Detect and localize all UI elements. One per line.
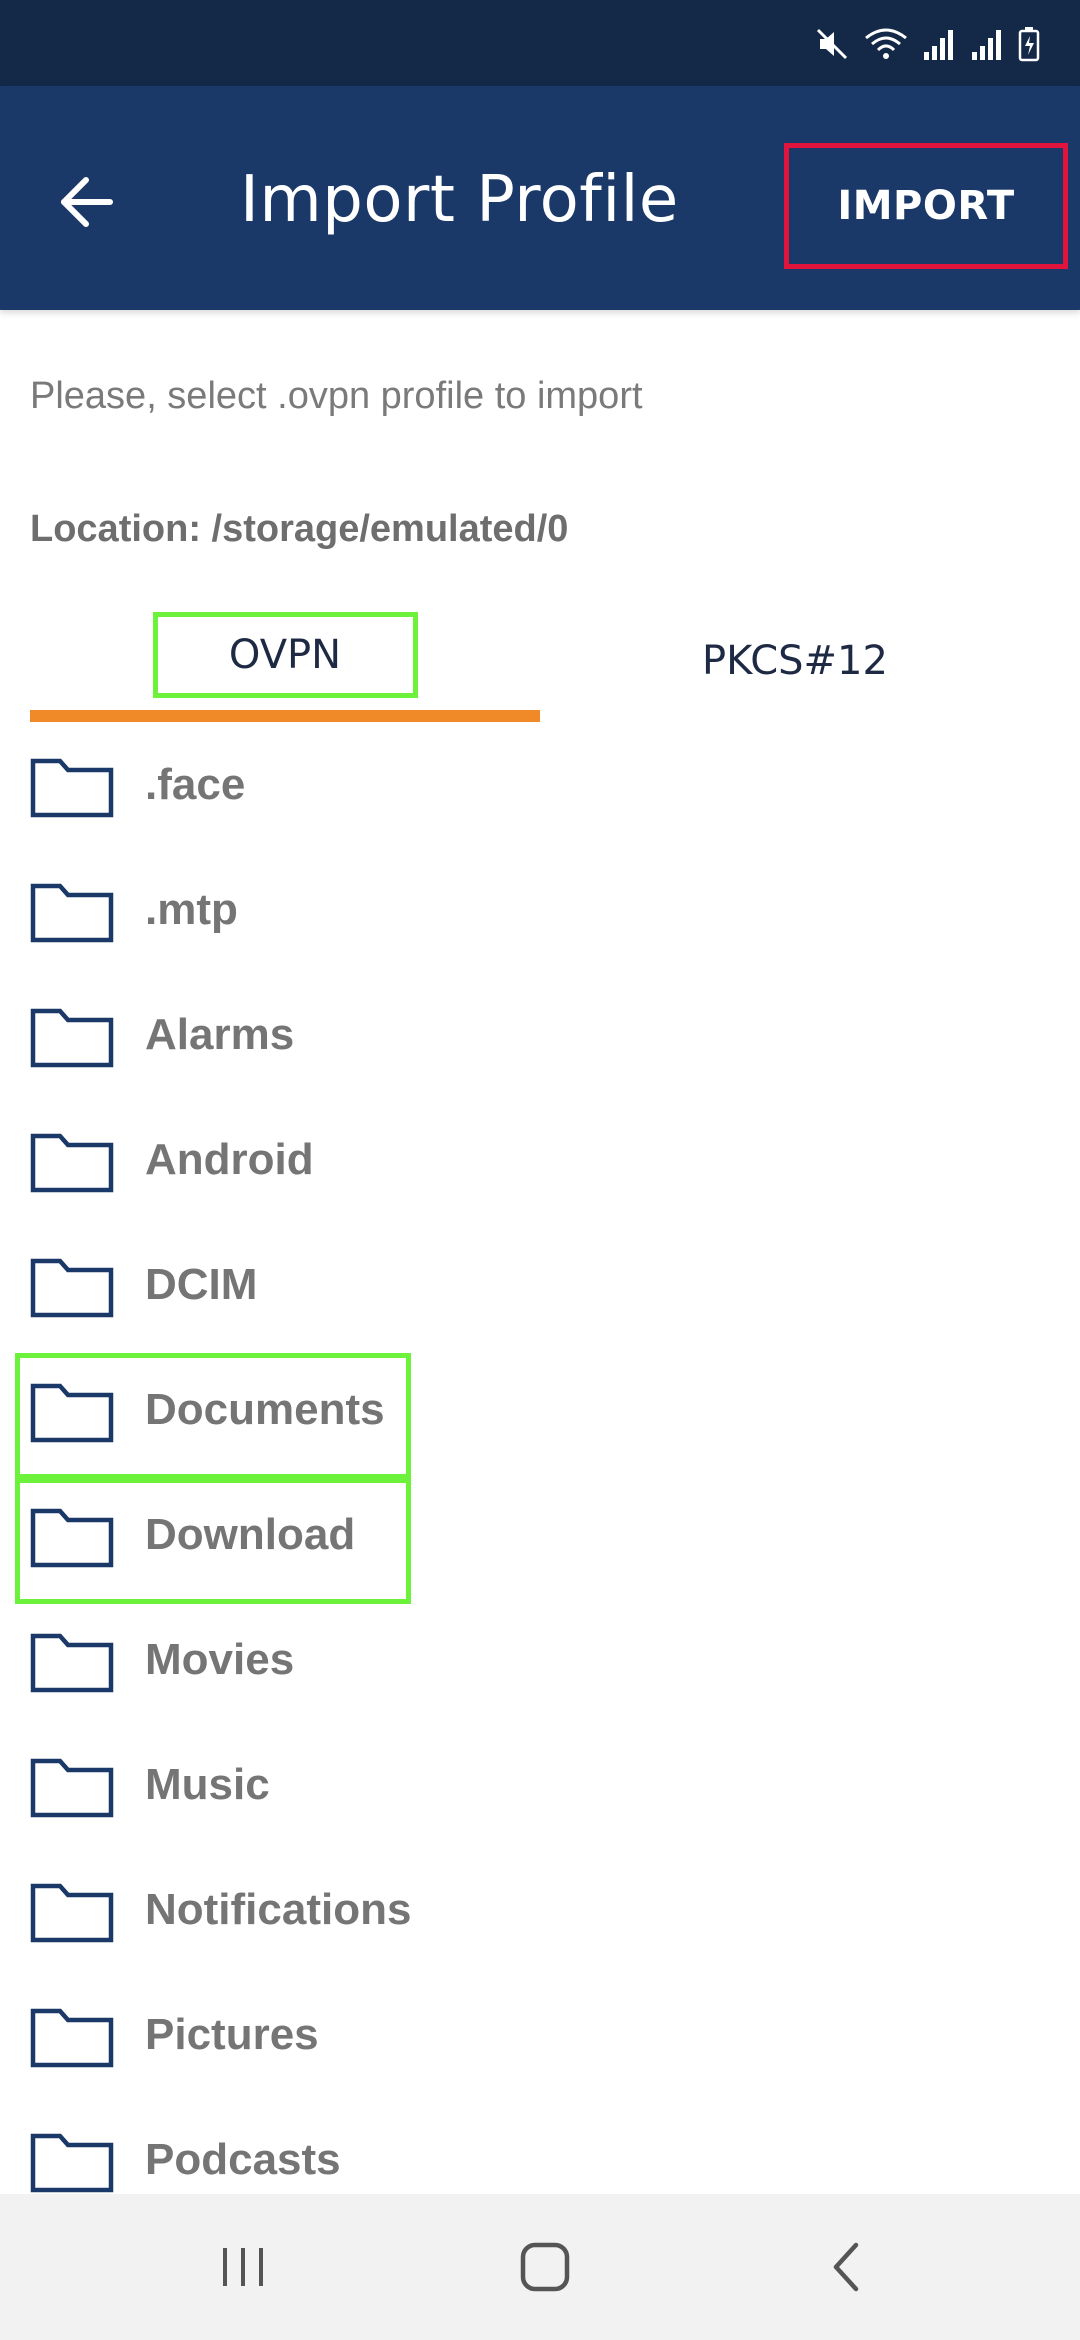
folder-item-movies[interactable]: Movies [0,1597,1080,1722]
folder-item-mtp[interactable]: .mtp [0,847,1080,972]
location-path: Location: /storage/emulated/0 [30,508,569,550]
folder-icon [30,758,114,818]
folder-item-music[interactable]: Music [0,1722,1080,1847]
folder-item-pictures[interactable]: Pictures [0,1972,1080,2097]
tab-pkcs12[interactable]: PKCS#12 [540,600,1050,722]
folder-label: Notifications [145,1885,412,1934]
folder-label: Podcasts [145,2135,341,2184]
wifi-icon [865,28,907,59]
folder-list: .face .mtp Alarms Android DCIM Documents… [0,722,1080,2194]
tab-ovpn[interactable]: OVPN [30,600,540,722]
folder-label: DCIM [145,1260,258,1309]
recents-button[interactable] [193,2227,293,2307]
back-button[interactable] [44,160,128,244]
home-icon [520,2242,570,2292]
signal-icon [924,30,953,60]
mute-icon [816,28,848,60]
import-button[interactable]: IMPORT [784,143,1068,269]
tab-bar: OVPN PKCS#12 [30,600,1050,722]
folder-label: Music [145,1760,270,1809]
home-button[interactable] [495,2227,595,2307]
system-nav-bar [0,2194,1080,2340]
folder-item-documents[interactable]: Documents [0,1347,1080,1479]
status-bar [0,0,1080,86]
folder-label: .face [145,760,246,809]
tab-indicator [30,710,540,722]
folder-label: Movies [145,1635,295,1684]
folder-label: Pictures [145,2010,319,2059]
folder-icon [30,883,114,943]
folder-item-alarms[interactable]: Alarms [0,972,1080,1097]
folder-item-android[interactable]: Android [0,1097,1080,1222]
folder-icon [30,1758,114,1818]
folder-icon [30,1383,114,1443]
status-icons [814,22,1040,66]
folder-item-dcim[interactable]: DCIM [0,1222,1080,1347]
page-title: Import Profile [240,163,679,237]
folder-icon [30,1133,114,1193]
signal-icon-2 [972,30,1001,60]
folder-icon [30,1508,114,1568]
instruction-text: Please, select .ovpn profile to import [30,375,643,417]
folder-item-face[interactable]: .face [0,722,1080,847]
nav-back-button[interactable] [797,2227,897,2307]
folder-label: Download [145,1510,356,1559]
tab-label: PKCS#12 [702,638,888,684]
folder-label: Documents [145,1385,385,1434]
folder-icon [30,1883,114,1943]
folder-item-notifications[interactable]: Notifications [0,1847,1080,1972]
chevron-left-icon [833,2242,859,2292]
folder-item-podcasts[interactable]: Podcasts [0,2097,1080,2194]
arrow-left-icon [61,177,113,227]
folder-icon [30,2008,114,2068]
folder-icon [30,2133,114,2193]
battery-icon [1018,27,1040,62]
folder-item-download[interactable]: Download [0,1472,1080,1604]
recents-icon [223,2248,263,2286]
folder-label: Android [145,1135,314,1184]
folder-label: Alarms [145,1010,295,1059]
tab-label: OVPN [152,612,418,698]
folder-icon [30,1633,114,1693]
folder-label: .mtp [145,885,238,934]
folder-icon [30,1258,114,1318]
folder-icon [30,1008,114,1068]
